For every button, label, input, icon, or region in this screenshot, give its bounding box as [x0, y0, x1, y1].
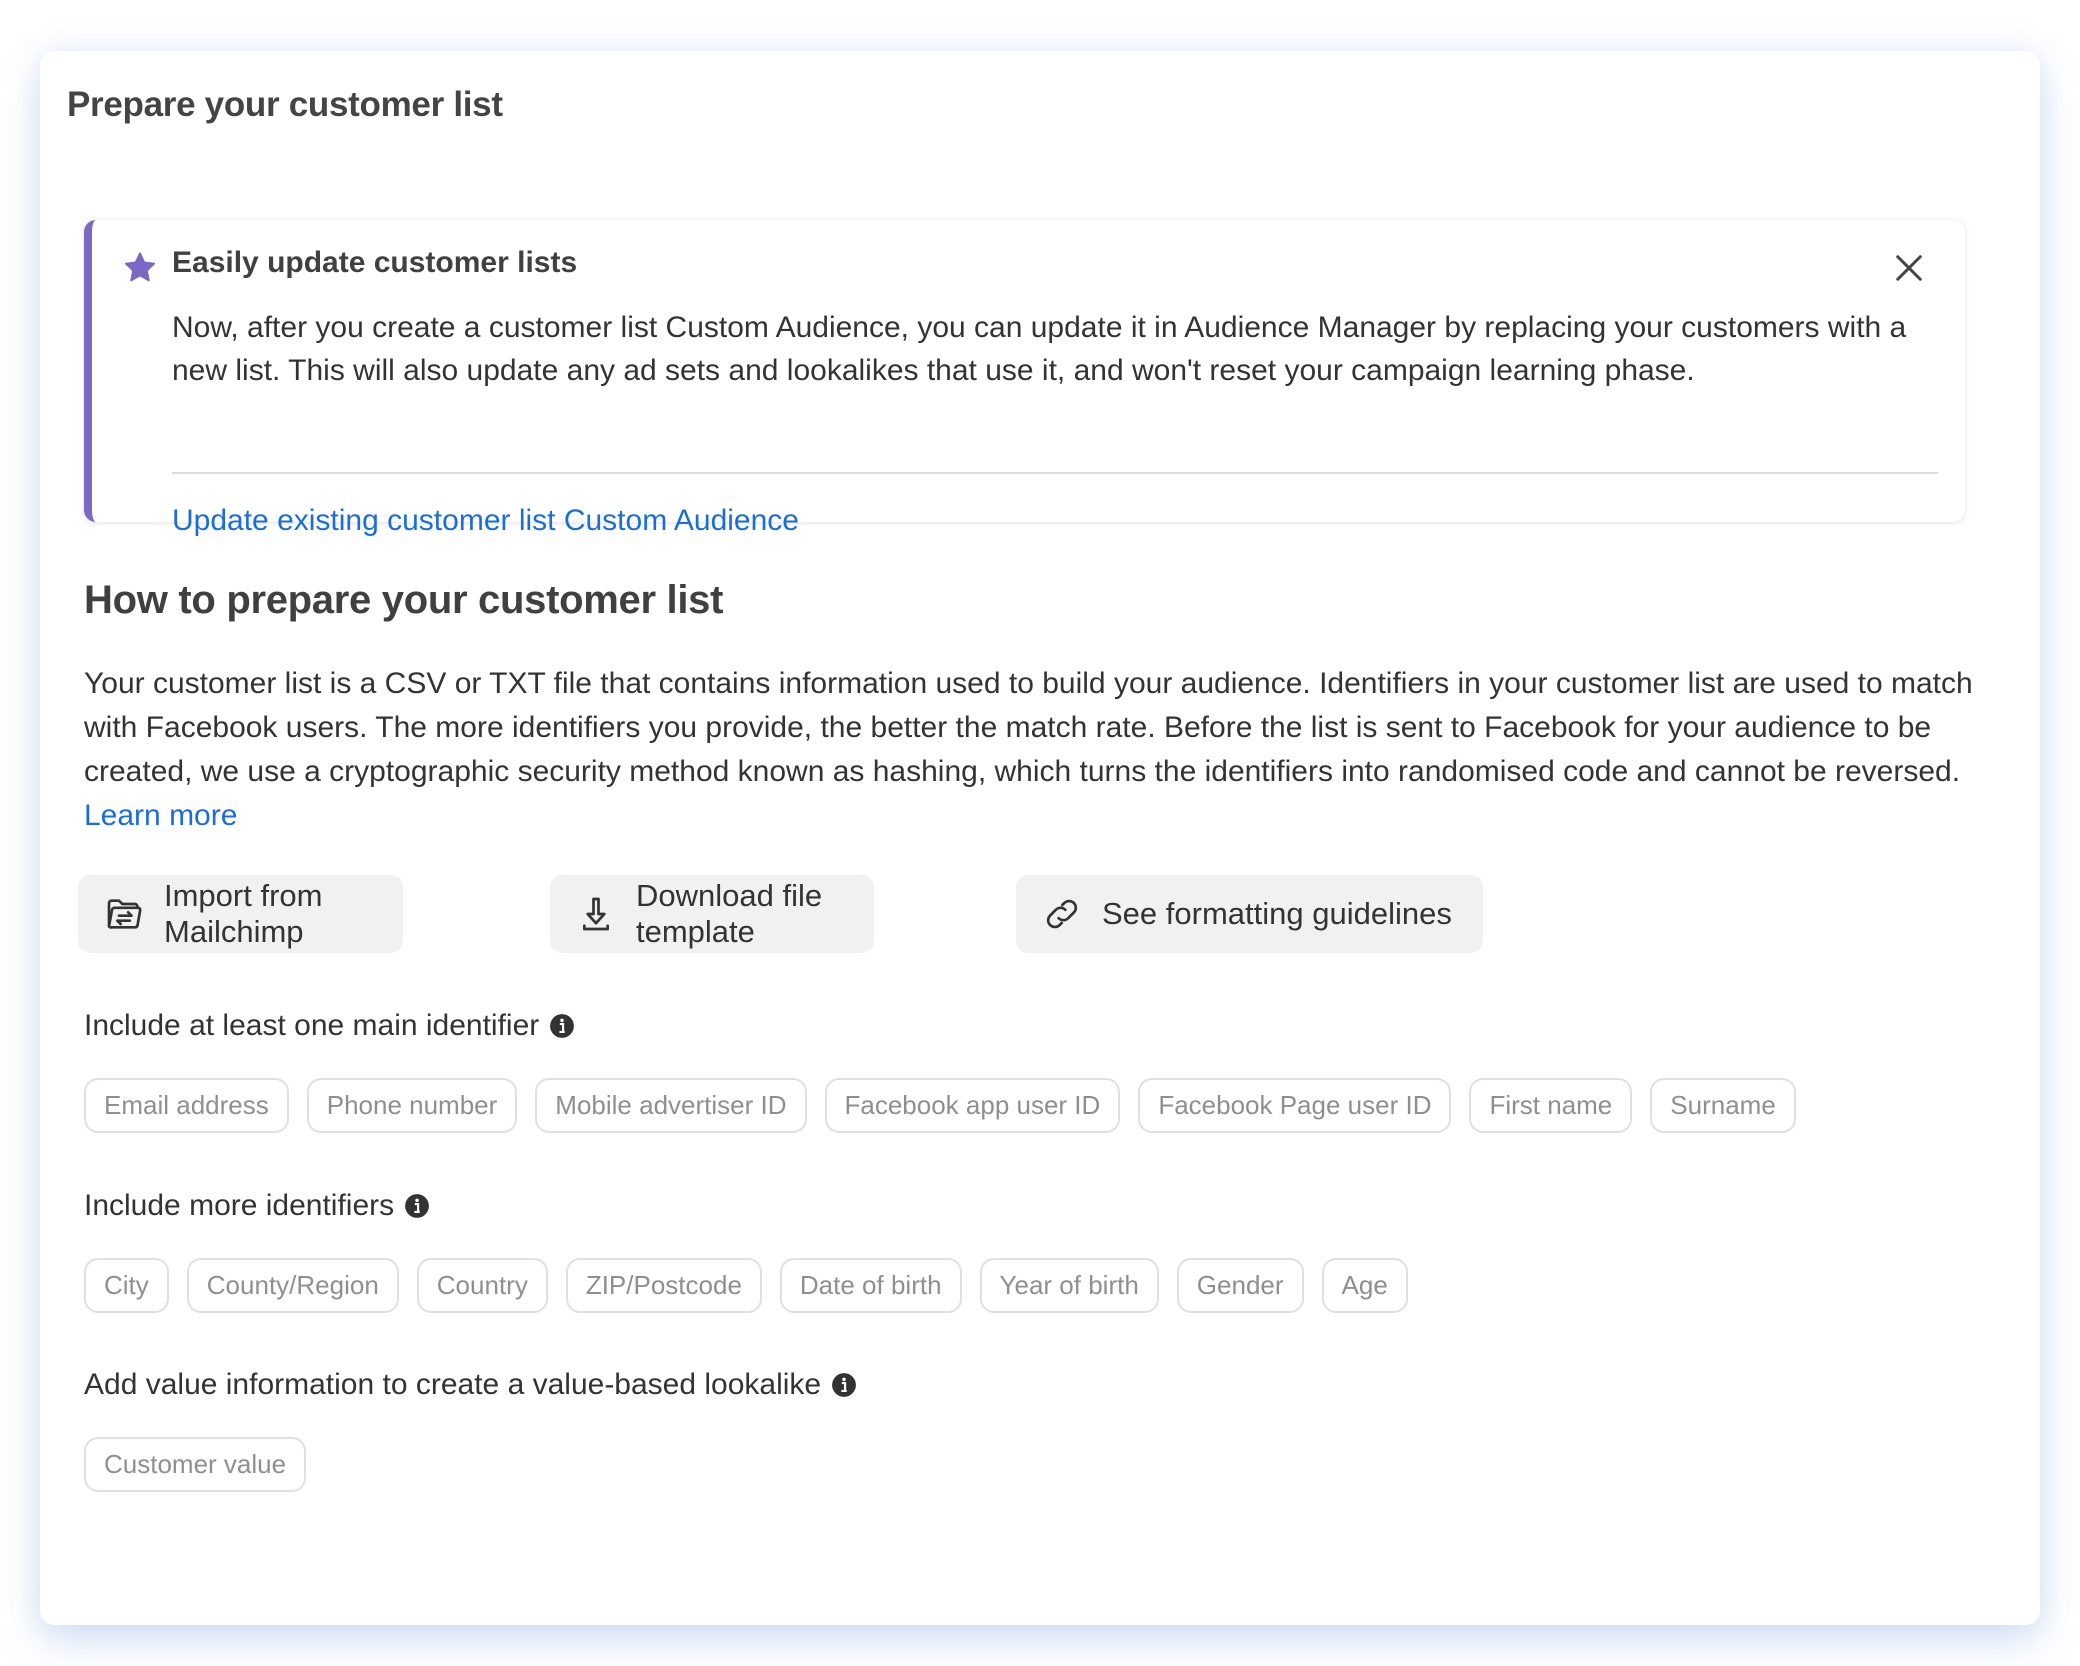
- more-identifiers-text: Include more identifiers: [84, 1189, 395, 1222]
- import-mailchimp-button[interactable]: Import from Mailchimp: [78, 875, 403, 953]
- value-chips: Customer value: [84, 1437, 307, 1492]
- folder-transfer-icon: [107, 899, 142, 929]
- value-info-label: Add value information to create a value-…: [84, 1368, 857, 1402]
- identifier-chip: Age: [1321, 1258, 1408, 1313]
- identifier-chip: ZIP/Postcode: [565, 1258, 762, 1313]
- identifier-chip: Facebook app user ID: [824, 1078, 1121, 1133]
- banner-title: Easily update customer lists: [172, 246, 578, 279]
- download-icon: [583, 897, 609, 931]
- identifier-chip: Gender: [1176, 1258, 1304, 1313]
- update-lists-banner: Easily update customer lists Now, after …: [84, 220, 1965, 537]
- identifier-chip: Date of birth: [779, 1258, 962, 1313]
- download-template-button[interactable]: Download file template: [550, 875, 874, 953]
- identifier-chip: Surname: [1650, 1078, 1796, 1133]
- banner-divider: [172, 472, 1938, 474]
- value-info-text: Add value information to create a value-…: [84, 1368, 822, 1401]
- identifier-chip: City: [84, 1258, 169, 1313]
- info-icon[interactable]: [831, 1372, 857, 1398]
- identifier-chip: Customer value: [84, 1437, 307, 1492]
- identifier-chip: Email address: [84, 1078, 289, 1133]
- identifier-chip: Mobile advertiser ID: [535, 1078, 807, 1133]
- close-icon[interactable]: [1891, 250, 1927, 286]
- learn-more-link[interactable]: Learn more: [84, 799, 237, 832]
- update-existing-audience-link[interactable]: Update existing customer list Custom Aud…: [172, 504, 799, 538]
- formatting-guidelines-button[interactable]: See formatting guidelines: [1016, 875, 1483, 953]
- page-title: Prepare your customer list: [67, 85, 503, 124]
- main-identifier-chips: Email address Phone number Mobile advertis…: [84, 1078, 1796, 1133]
- import-mailchimp-label: Import from Mailchimp: [164, 878, 323, 949]
- identifier-chip: First name: [1469, 1078, 1633, 1133]
- formatting-guidelines-label: See formatting guidelines: [1102, 896, 1452, 931]
- main-identifier-text: Include at least one main identifier: [84, 1009, 540, 1042]
- banner-body: Now, after you create a customer list Cu…: [172, 311, 1907, 387]
- download-template-label: Download file template: [636, 878, 823, 949]
- more-identifier-chips: City County/Region Country ZIP/Postcode Date…: [84, 1258, 1408, 1313]
- identifier-chip: Facebook Page user ID: [1138, 1078, 1452, 1133]
- link-icon: [1046, 899, 1078, 929]
- customer-list-card: Prepare your customer list Easily update…: [40, 51, 2040, 1625]
- identifier-chip: Year of birth: [979, 1258, 1159, 1313]
- info-icon[interactable]: [549, 1013, 575, 1039]
- description-text: Your customer list is a CSV or TXT file …: [84, 667, 1973, 788]
- identifier-chip: Country: [416, 1258, 548, 1313]
- identifier-chip: County/Region: [186, 1258, 399, 1313]
- section-description: Your customer list is a CSV or TXT file …: [84, 662, 2004, 838]
- info-icon[interactable]: [404, 1193, 430, 1219]
- section-heading: How to prepare your customer list: [84, 578, 724, 622]
- more-identifiers-label: Include more identifiers: [84, 1189, 430, 1223]
- star-icon: [124, 252, 156, 282]
- main-identifier-label: Include at least one main identifier: [84, 1009, 575, 1043]
- identifier-chip: Phone number: [306, 1078, 518, 1133]
